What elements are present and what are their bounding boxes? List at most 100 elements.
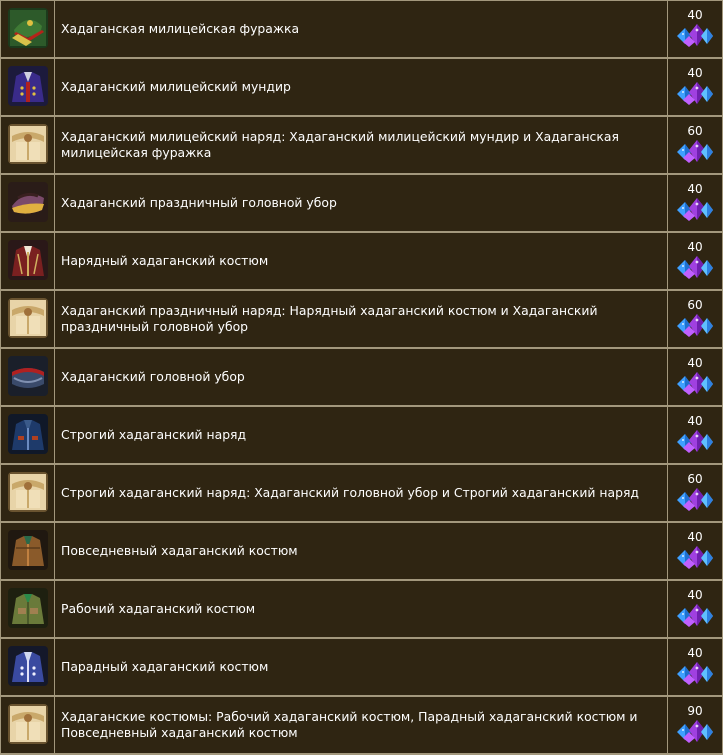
item-icon-cell — [1, 291, 54, 347]
item-name: Хадаганский праздничный головной убор — [61, 195, 337, 210]
item-price-cell: 40 — [668, 639, 722, 695]
crystal-currency-icon — [675, 718, 715, 744]
table-row: Хадаганский милицейский мундир 40 — [0, 58, 723, 115]
item-price: 40 — [687, 240, 703, 254]
item-price: 40 — [687, 66, 703, 80]
item-name: Повседневный хадаганский костюм — [61, 543, 298, 558]
item-price-cell: 90 — [668, 697, 722, 753]
crystal-currency-icon — [675, 370, 715, 396]
item-price: 60 — [687, 298, 703, 312]
bundle-icon[interactable] — [8, 124, 48, 164]
item-price-cell: 40 — [668, 1, 722, 57]
item-price-cell: 60 — [668, 117, 722, 173]
bundle-icon[interactable] — [8, 298, 48, 338]
item-name: Хадаганский головной убор — [61, 369, 245, 384]
crystal-currency-icon — [675, 602, 715, 628]
suit-icon[interactable] — [8, 240, 48, 280]
item-icon-cell — [1, 581, 54, 637]
strict-suit-icon[interactable] — [8, 414, 48, 454]
item-icon-cell — [1, 349, 54, 405]
item-name: Строгий хадаганский наряд — [61, 427, 247, 442]
item-name: Хадаганская милицейская фуражка — [61, 21, 300, 36]
item-name: Хадаганский милицейский мундир — [61, 79, 291, 94]
item-price: 40 — [687, 588, 703, 602]
crystal-currency-icon — [675, 22, 715, 48]
item-price-cell: 40 — [668, 175, 722, 231]
casual-suit-icon[interactable] — [8, 530, 48, 570]
item-price-cell: 40 — [668, 59, 722, 115]
crystal-currency-icon — [675, 196, 715, 222]
table-row: Хадаганские костюмы: Рабочий хадаганский… — [0, 696, 723, 753]
bundle-icon[interactable] — [8, 704, 48, 744]
item-name-cell: Рабочий хадаганский костюм — [55, 581, 667, 637]
item-name: Парадный хадаганский костюм — [61, 659, 269, 674]
item-name-cell: Хадаганская милицейская фуражка — [55, 1, 667, 57]
item-price-table: Хадаганская милицейская фуражка 40 Хадаган… — [0, 0, 723, 755]
bundle-icon[interactable] — [8, 472, 48, 512]
work-suit-icon[interactable] — [8, 588, 48, 628]
crystal-currency-icon — [675, 138, 715, 164]
item-price-cell: 40 — [668, 407, 722, 463]
item-name-cell: Хадаганский праздничный наряд: Нарядный … — [55, 291, 667, 347]
crystal-currency-icon — [675, 660, 715, 686]
crystal-currency-icon — [675, 80, 715, 106]
hat-icon[interactable] — [8, 356, 48, 396]
crystal-currency-icon — [675, 312, 715, 338]
item-price-cell: 40 — [668, 523, 722, 579]
item-price-cell: 60 — [668, 291, 722, 347]
table-row: Хадаганский милицейский наряд: Хадаганск… — [0, 116, 723, 173]
item-price: 40 — [687, 356, 703, 370]
item-price: 40 — [687, 646, 703, 660]
item-icon-cell — [1, 697, 54, 753]
table-row: Строгий хадаганский наряд 40 — [0, 406, 723, 463]
cap-icon[interactable] — [8, 8, 48, 48]
item-name: Нарядный хадаганский костюм — [61, 253, 269, 268]
item-name-cell: Хадаганский праздничный головной убор — [55, 175, 667, 231]
item-price: 40 — [687, 182, 703, 196]
table-row: Хадаганский праздничный головной убор 40 — [0, 174, 723, 231]
item-price-cell: 60 — [668, 465, 722, 521]
headgear-icon[interactable] — [8, 182, 48, 222]
crystal-currency-icon — [675, 486, 715, 512]
parade-suit-icon[interactable] — [8, 646, 48, 686]
table-row: Рабочий хадаганский костюм 40 — [0, 580, 723, 637]
item-name-cell: Строгий хадаганский наряд — [55, 407, 667, 463]
uniform-icon[interactable] — [8, 66, 48, 106]
item-name: Хадаганские костюмы: Рабочий хадаганский… — [61, 709, 642, 740]
item-price: 90 — [687, 704, 703, 718]
item-name: Строгий хадаганский наряд: Хадаганский г… — [61, 485, 639, 500]
table-row: Повседневный хадаганский костюм 40 — [0, 522, 723, 579]
item-icon-cell — [1, 523, 54, 579]
table-row: Хадаганская милицейская фуражка 40 — [0, 0, 723, 57]
table-row: Нарядный хадаганский костюм 40 — [0, 232, 723, 289]
item-price-cell: 40 — [668, 233, 722, 289]
item-icon-cell — [1, 465, 54, 521]
table-row: Хадаганский праздничный наряд: Нарядный … — [0, 290, 723, 347]
crystal-currency-icon — [675, 428, 715, 454]
item-name-cell: Хадаганский милицейский мундир — [55, 59, 667, 115]
item-price: 40 — [687, 530, 703, 544]
item-icon-cell — [1, 407, 54, 463]
item-price-cell: 40 — [668, 581, 722, 637]
item-name-cell: Хадаганский милицейский наряд: Хадаганск… — [55, 117, 667, 173]
item-price-cell: 40 — [668, 349, 722, 405]
table-row: Хадаганский головной убор 40 — [0, 348, 723, 405]
item-icon-cell — [1, 117, 54, 173]
item-icon-cell — [1, 175, 54, 231]
item-name-cell: Парадный хадаганский костюм — [55, 639, 667, 695]
item-name-cell: Нарядный хадаганский костюм — [55, 233, 667, 289]
table-row: Строгий хадаганский наряд: Хадаганский г… — [0, 464, 723, 521]
item-name-cell: Хадаганские костюмы: Рабочий хадаганский… — [55, 697, 667, 753]
crystal-currency-icon — [675, 544, 715, 570]
item-name: Хадаганский милицейский наряд: Хадаганск… — [61, 129, 623, 160]
item-name-cell: Строгий хадаганский наряд: Хадаганский г… — [55, 465, 667, 521]
item-name-cell: Повседневный хадаганский костюм — [55, 523, 667, 579]
item-price: 40 — [687, 414, 703, 428]
table-row: Парадный хадаганский костюм 40 — [0, 638, 723, 695]
crystal-currency-icon — [675, 254, 715, 280]
item-icon-cell — [1, 59, 54, 115]
item-name-cell: Хадаганский головной убор — [55, 349, 667, 405]
item-price: 60 — [687, 472, 703, 486]
item-icon-cell — [1, 1, 54, 57]
item-price: 60 — [687, 124, 703, 138]
